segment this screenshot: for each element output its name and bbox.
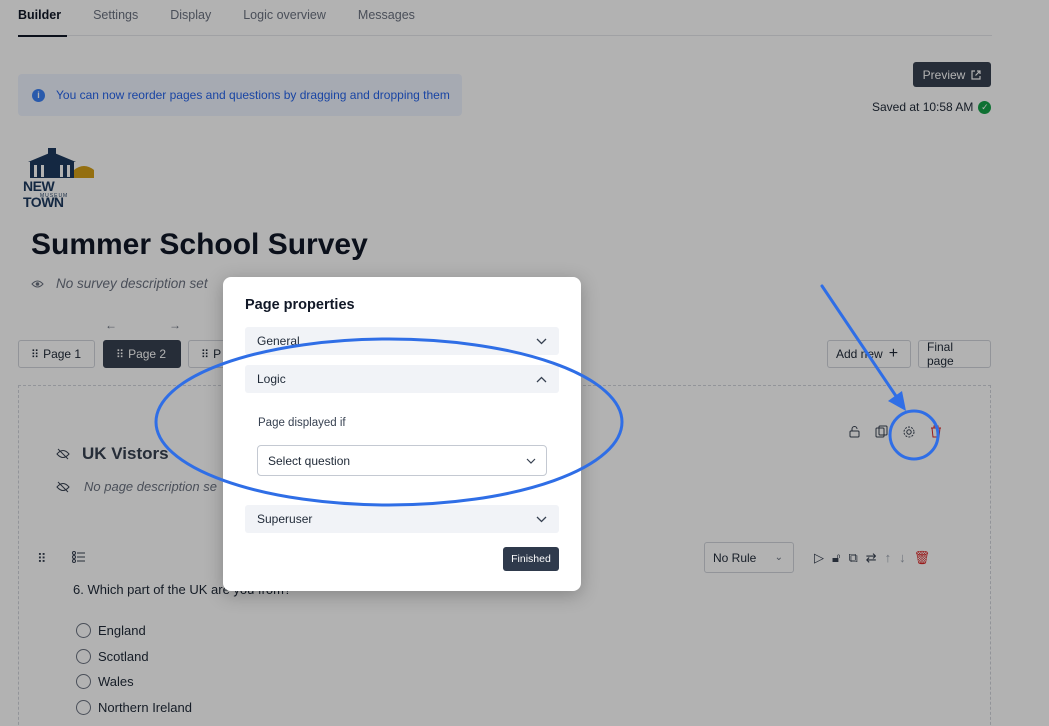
select-question-value: Select question bbox=[268, 453, 351, 468]
chevron-up-icon bbox=[536, 376, 547, 382]
accordion-general-label: General bbox=[257, 334, 300, 348]
chevron-down-icon bbox=[536, 338, 547, 344]
finished-button[interactable]: Finished bbox=[503, 547, 559, 571]
select-question-dropdown[interactable]: Select question bbox=[257, 445, 547, 476]
page-properties-modal: Page properties General Logic Page displ… bbox=[223, 277, 581, 591]
chevron-down-icon bbox=[536, 516, 547, 522]
page-displayed-if-label: Page displayed if bbox=[258, 417, 346, 429]
accordion-superuser-label: Superuser bbox=[257, 512, 313, 526]
accordion-general[interactable]: General bbox=[245, 327, 559, 355]
chevron-down-icon bbox=[526, 458, 536, 464]
accordion-superuser[interactable]: Superuser bbox=[245, 505, 559, 533]
accordion-logic[interactable]: Logic bbox=[245, 365, 559, 393]
accordion-logic-label: Logic bbox=[257, 372, 286, 386]
modal-title: Page properties bbox=[245, 297, 355, 313]
